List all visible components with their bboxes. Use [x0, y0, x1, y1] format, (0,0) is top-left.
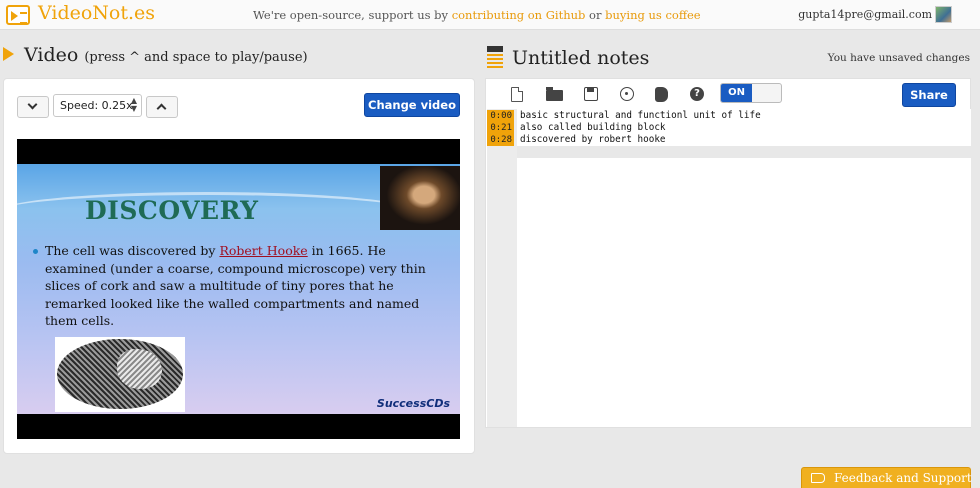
video-hint: (press ^ and space to play/pause) — [84, 50, 308, 65]
sync-target-icon[interactable] — [620, 87, 634, 101]
app-logo[interactable]: VideoNot.es — [38, 2, 155, 24]
slide-brand: SuccessCDs — [376, 397, 450, 410]
video-slide: DISCOVERY The cell was discovered by Rob… — [17, 164, 460, 414]
cork-cells-image — [55, 337, 185, 412]
new-file-icon[interactable] — [511, 87, 523, 102]
note-line[interactable]: discovered by robert hooke — [520, 134, 666, 146]
timestamp[interactable]: 0:21 — [487, 122, 514, 134]
chevron-up-icon — [156, 103, 167, 114]
share-button[interactable]: Share — [902, 83, 956, 107]
slide-title: DISCOVERY — [85, 196, 259, 225]
promo-text: We're open-source, support us by contrib… — [253, 8, 701, 22]
top-bar: VideoNot.es We're open-source, support u… — [0, 0, 980, 30]
evernote-icon[interactable] — [655, 87, 668, 102]
play-icon — [3, 47, 14, 61]
slide-link: Robert Hooke — [219, 243, 308, 258]
current-line-highlight — [517, 146, 971, 158]
help-icon[interactable]: ? — [690, 87, 704, 101]
notes-editor[interactable]: 0:00 basic structural and functionl unit… — [487, 109, 971, 427]
promo-prefix: We're open-source, support us by — [253, 8, 452, 22]
speed-value: Speed: 0.25x — [60, 99, 133, 112]
slide-text-start: The cell was discovered by — [45, 243, 220, 258]
speed-select[interactable]: Speed: 0.25x ▲ ▼ — [53, 94, 142, 117]
speed-down-button[interactable] — [17, 96, 49, 118]
megaphone-icon — [811, 473, 825, 483]
github-link[interactable]: contributing on Github — [452, 8, 586, 22]
save-icon[interactable] — [584, 87, 598, 101]
sync-toggle[interactable]: ON — [720, 83, 782, 103]
avatar[interactable] — [935, 6, 952, 23]
note-line[interactable]: basic structural and functionl unit of l… — [520, 110, 761, 122]
feedback-label: Feedback and Support — [834, 471, 972, 485]
video-player[interactable]: DISCOVERY The cell was discovered by Rob… — [17, 139, 460, 439]
timestamp[interactable]: 0:28 — [487, 134, 514, 146]
portrait-image — [380, 166, 460, 230]
select-arrows-icon: ▲ ▼ — [130, 96, 137, 113]
coffee-link[interactable]: buying us coffee — [605, 8, 700, 22]
chevron-down-icon — [27, 99, 38, 110]
timestamp[interactable]: 0:00 — [487, 110, 514, 122]
video-section-title: Video (press ^ and space to play/pause) — [24, 44, 308, 66]
save-status: You have unsaved changes — [827, 52, 970, 64]
speed-up-button[interactable] — [146, 96, 178, 118]
toggle-on-label: ON — [721, 84, 752, 102]
editor-gutter — [487, 109, 517, 427]
notes-title[interactable]: Untitled notes — [512, 47, 649, 69]
promo-or: or — [585, 8, 606, 22]
microscope-image — [57, 339, 183, 409]
video-title: Video — [24, 44, 79, 66]
notes-icon — [487, 46, 503, 70]
folder-open-icon[interactable] — [546, 87, 563, 101]
video-logo-icon[interactable] — [6, 5, 30, 25]
note-line[interactable]: also called building block — [520, 122, 666, 134]
feedback-button[interactable]: Feedback and Support — [801, 467, 972, 488]
slide-body: The cell was discovered by Robert Hooke … — [33, 242, 435, 330]
user-email[interactable]: gupta14pre@gmail.com — [798, 8, 932, 21]
change-video-button[interactable]: Change video — [364, 93, 460, 117]
